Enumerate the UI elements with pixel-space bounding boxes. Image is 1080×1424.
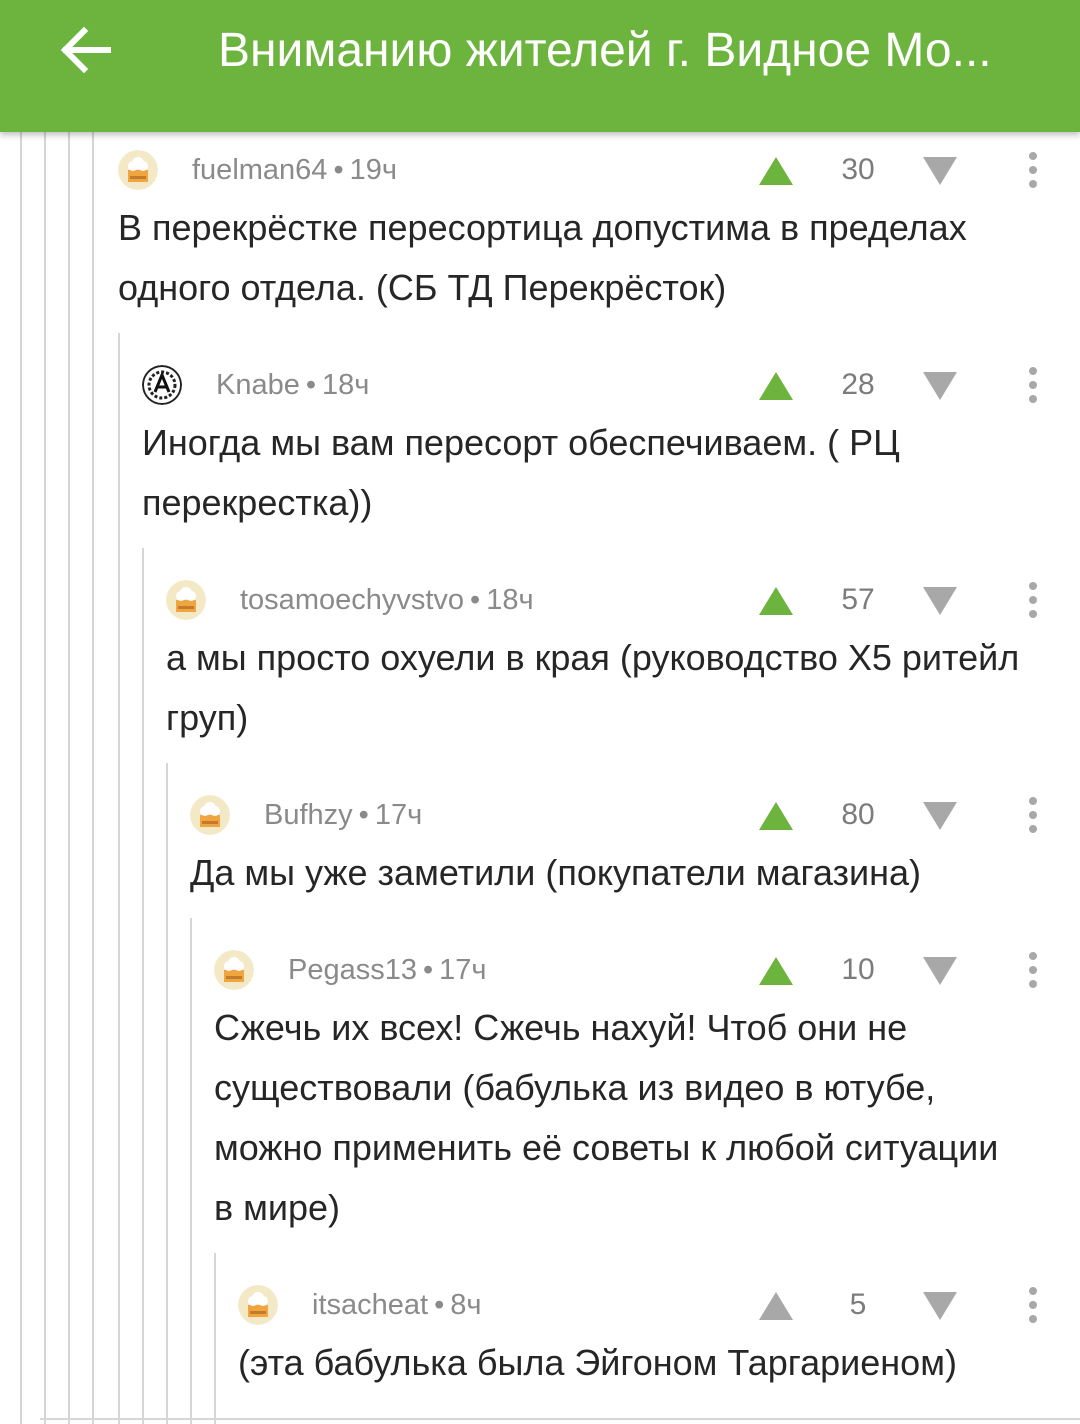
triangle-up-icon bbox=[759, 802, 793, 830]
comment-meta: Pegass13 • 17ч bbox=[288, 954, 487, 986]
comment-text: В перекрёстке пересортица допустима в пр… bbox=[118, 207, 967, 308]
triangle-down-icon bbox=[923, 157, 957, 185]
comment-meta: tosamoechyvstvo • 18ч bbox=[240, 584, 534, 616]
comment-author[interactable]: itsacheat bbox=[312, 1289, 428, 1321]
thread-line bbox=[68, 132, 70, 1424]
comment-time: 18ч bbox=[486, 584, 534, 616]
more-vertical-icon bbox=[1029, 1287, 1037, 1323]
comment-rating: 80 bbox=[841, 798, 875, 831]
downvote-button[interactable] bbox=[920, 154, 960, 188]
downvote-button[interactable] bbox=[920, 799, 960, 833]
upvote-button[interactable] bbox=[756, 954, 796, 988]
more-options-button[interactable] bbox=[1018, 150, 1048, 190]
chef-hat-icon bbox=[238, 1285, 278, 1325]
more-vertical-icon bbox=[1029, 952, 1037, 988]
more-options-button[interactable] bbox=[1018, 950, 1048, 990]
downvote-button[interactable] bbox=[920, 954, 960, 988]
comment-rating: 10 bbox=[841, 953, 875, 986]
upvote-button[interactable] bbox=[756, 584, 796, 618]
triangle-down-icon bbox=[923, 587, 957, 615]
divider bbox=[40, 1418, 1080, 1420]
more-vertical-icon bbox=[1029, 152, 1037, 188]
thread-line bbox=[142, 548, 144, 1424]
thread-line bbox=[118, 333, 120, 1424]
comment-meta: Knabe • 18ч bbox=[216, 369, 370, 401]
avatar[interactable] bbox=[142, 365, 182, 405]
app-bar: Вниманию жителей г. Видное Мо... bbox=[0, 0, 1080, 132]
thread-line bbox=[166, 763, 168, 1424]
more-options-button[interactable] bbox=[1018, 365, 1048, 405]
comment-author[interactable]: Knabe bbox=[216, 369, 300, 401]
comment-rating: 28 bbox=[841, 368, 875, 401]
emblem-icon bbox=[142, 365, 182, 405]
avatar[interactable] bbox=[238, 1285, 278, 1325]
more-options-button[interactable] bbox=[1018, 1285, 1048, 1325]
triangle-up-icon bbox=[759, 957, 793, 985]
triangle-down-icon bbox=[923, 802, 957, 830]
arrow-left-icon bbox=[60, 26, 111, 74]
comment-rating: 57 bbox=[841, 583, 875, 616]
triangle-down-icon bbox=[923, 957, 957, 985]
comment-time: 17ч bbox=[439, 954, 487, 986]
comment-text: (эта бабулька была Эйгоном Таргариеном) bbox=[238, 1342, 957, 1383]
more-options-button[interactable] bbox=[1018, 580, 1048, 620]
triangle-down-icon bbox=[923, 1292, 957, 1320]
comment-rating: 30 bbox=[841, 153, 875, 186]
avatar[interactable] bbox=[190, 795, 230, 835]
thread-line bbox=[44, 132, 46, 1424]
chef-hat-icon bbox=[214, 950, 254, 990]
comment-text: Иногда мы вам пересорт обеспечиваем. ( Р… bbox=[142, 422, 900, 523]
chef-hat-icon bbox=[190, 795, 230, 835]
more-vertical-icon bbox=[1029, 582, 1037, 618]
comment-text: Сжечь их всех! Сжечь нахуй! Чтоб они не … bbox=[214, 1007, 999, 1228]
comment-author[interactable]: Pegass13 bbox=[288, 954, 417, 986]
upvote-button[interactable] bbox=[756, 154, 796, 188]
more-vertical-icon bbox=[1029, 367, 1037, 403]
upvote-button[interactable] bbox=[756, 1289, 796, 1323]
chef-hat-icon bbox=[118, 150, 158, 190]
comment-meta: itsacheat • 8ч bbox=[312, 1289, 482, 1321]
page-title: Вниманию жителей г. Видное Мо... bbox=[218, 24, 992, 77]
back-button[interactable] bbox=[50, 18, 120, 82]
thread-line bbox=[92, 132, 94, 1424]
downvote-button[interactable] bbox=[920, 1289, 960, 1323]
thread-line bbox=[214, 1253, 216, 1424]
comment-meta: fuelman64 • 19ч bbox=[192, 154, 397, 186]
comment-text: а мы просто охуели в края (руководство Х… bbox=[166, 637, 1020, 738]
comment-time: 8ч bbox=[450, 1289, 482, 1321]
avatar[interactable] bbox=[166, 580, 206, 620]
comment-meta: Bufhzy • 17ч bbox=[264, 799, 423, 831]
thread-line bbox=[190, 918, 192, 1424]
comment-author[interactable]: fuelman64 bbox=[192, 154, 327, 186]
comment-text: Да мы уже заметили (покупатели магазина) bbox=[190, 852, 922, 893]
more-options-button[interactable] bbox=[1018, 795, 1048, 835]
avatar[interactable] bbox=[214, 950, 254, 990]
triangle-up-icon bbox=[759, 587, 793, 615]
downvote-button[interactable] bbox=[920, 369, 960, 403]
comment-rating: 5 bbox=[849, 1288, 867, 1321]
comment-author[interactable]: Bufhzy bbox=[264, 799, 353, 831]
comment-time: 18ч bbox=[322, 369, 370, 401]
avatar[interactable] bbox=[118, 150, 158, 190]
chef-hat-icon bbox=[166, 580, 206, 620]
more-vertical-icon bbox=[1029, 797, 1037, 833]
thread-line bbox=[20, 132, 22, 1424]
upvote-button[interactable] bbox=[756, 799, 796, 833]
comment-time: 17ч bbox=[374, 799, 423, 831]
triangle-down-icon bbox=[923, 372, 957, 400]
upvote-button[interactable] bbox=[756, 369, 796, 403]
downvote-button[interactable] bbox=[920, 584, 960, 618]
triangle-up-icon bbox=[759, 372, 793, 400]
comment-time: 19ч bbox=[349, 154, 397, 186]
triangle-up-icon bbox=[759, 157, 793, 185]
triangle-up-icon bbox=[759, 1292, 793, 1320]
comment-author[interactable]: tosamoechyvstvo bbox=[240, 584, 464, 616]
